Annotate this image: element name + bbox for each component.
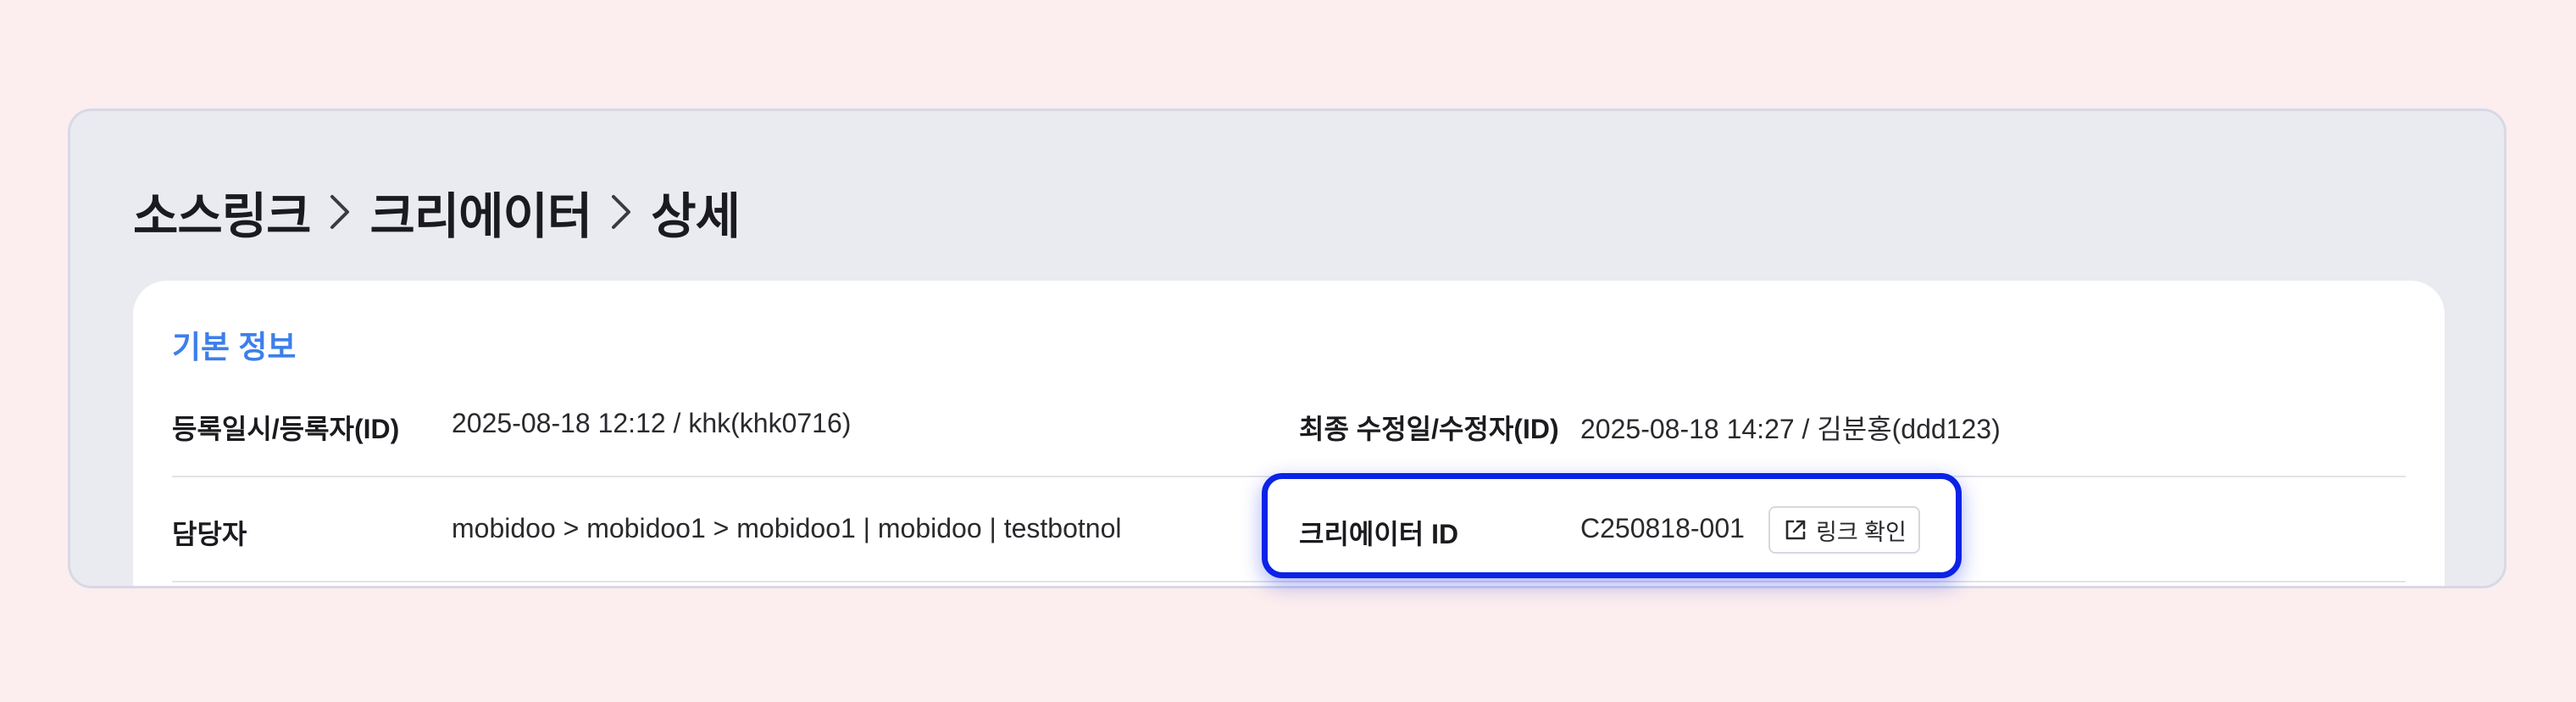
registered-value: 2025-08-18 12:12 / khk(khk0716) <box>452 408 852 438</box>
manager-label: 담당자 <box>172 519 247 549</box>
modified-value: 2025-08-18 14:27 / 김분홍(ddd123) <box>1580 414 2001 444</box>
section-title: 기본 정보 <box>172 330 297 365</box>
external-link-icon <box>1782 516 1809 543</box>
link-check-label: 링크 확인 <box>1816 519 1907 545</box>
manager-value: mobidoo > mobidoo1 > mobidoo1 | mobidoo … <box>452 513 1122 543</box>
breadcrumb-item-sourcelink[interactable]: 소스링크 <box>133 176 311 248</box>
info-row-manager: 담당자 mobidoo > mobidoo1 > mobidoo1 | mobi… <box>172 477 2406 582</box>
basic-info-card: 기본 정보 등록일시/등록자(ID) 2025-08-18 12:12 / kh… <box>133 281 2445 586</box>
creator-id-label: 크리에이터 ID <box>1299 519 1459 549</box>
chevron-right-icon <box>610 193 632 231</box>
info-row-registered: 등록일시/등록자(ID) 2025-08-18 12:12 / khk(khk0… <box>172 372 2406 477</box>
creator-id-value: C250818-001 <box>1580 513 1745 543</box>
breadcrumb: 소스링크 크리에이터 상세 <box>133 176 741 248</box>
chevron-right-icon <box>329 193 351 231</box>
content-frame: 소스링크 크리에이터 상세 기본 정보 등록일시/등록자(ID) 2025-08… <box>68 109 2507 588</box>
modified-label: 최종 수정일/수정자(ID) <box>1299 414 1559 444</box>
breadcrumb-item-creator[interactable]: 크리에이터 <box>369 176 592 248</box>
link-check-button[interactable]: 링크 확인 <box>1768 506 1920 554</box>
breadcrumb-item-detail: 상세 <box>651 189 741 244</box>
registered-label: 등록일시/등록자(ID) <box>172 414 400 444</box>
